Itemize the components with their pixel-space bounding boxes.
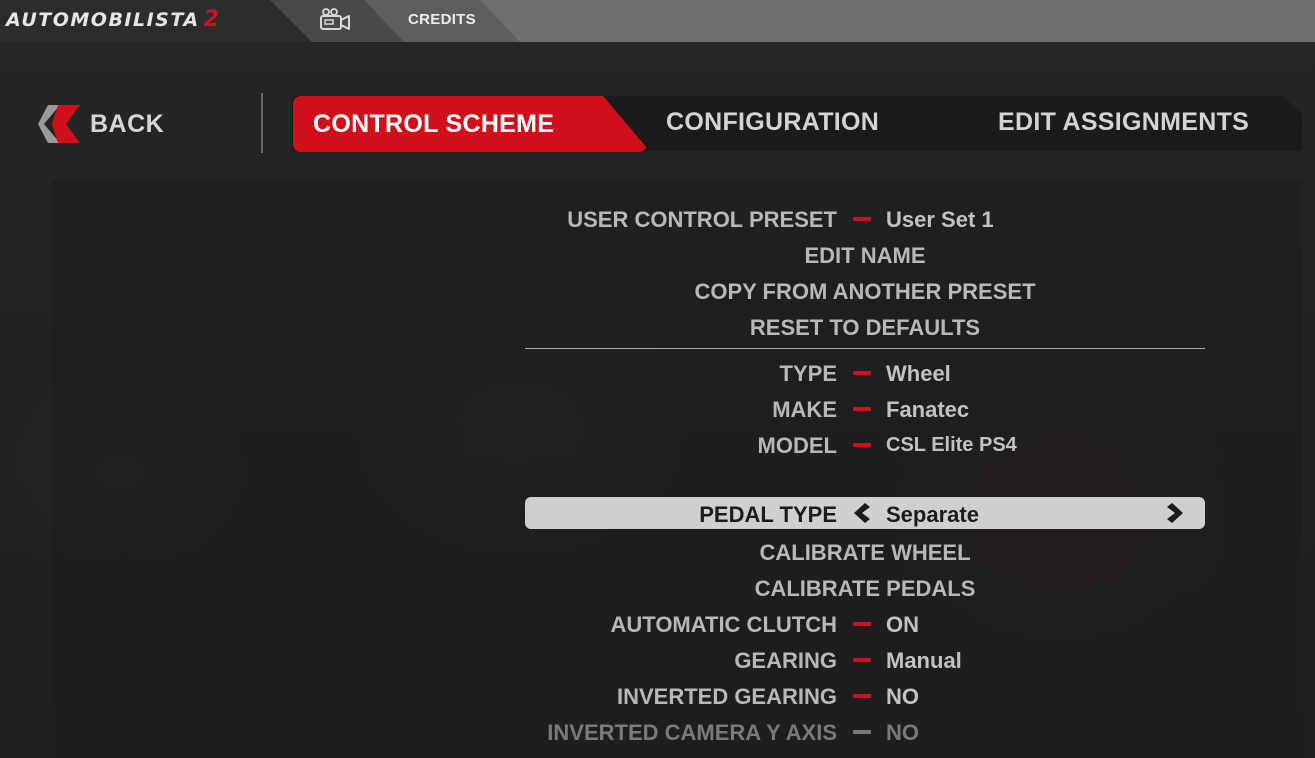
calibrate-wheel-button[interactable]: CALIBRATE WHEEL bbox=[525, 534, 1205, 568]
separator-dash bbox=[853, 658, 871, 662]
setting-label: PEDAL TYPE bbox=[699, 502, 837, 527]
setting-label: MAKE bbox=[772, 397, 837, 422]
app-logo: AUTOMOBILISTA 2 bbox=[6, 6, 220, 34]
action-label: EDIT NAME bbox=[804, 243, 926, 268]
logo-text: AUTOMOBILISTA bbox=[6, 9, 200, 31]
setting-value: Wheel bbox=[886, 361, 951, 386]
separator-dash bbox=[853, 443, 871, 447]
separator-dash bbox=[853, 730, 871, 734]
tab-edit-assignments[interactable]: EDIT ASSIGNMENTS bbox=[998, 108, 1249, 137]
section-divider bbox=[525, 348, 1205, 349]
edit-name-button[interactable]: EDIT NAME bbox=[525, 237, 1205, 271]
reset-defaults-button[interactable]: RESET TO DEFAULTS bbox=[525, 309, 1205, 343]
automatic-clutch-row[interactable]: AUTOMATIC CLUTCH ON bbox=[525, 606, 1205, 640]
setting-value: NO bbox=[886, 720, 919, 745]
tab-control-scheme[interactable]: CONTROL SCHEME bbox=[293, 96, 647, 152]
inverted-camera-y-axis-row[interactable]: INVERTED CAMERA Y AXIS NO bbox=[525, 714, 1205, 748]
top-bar-fill bbox=[476, 0, 1315, 42]
back-label: BACK bbox=[90, 109, 165, 138]
action-label: COPY FROM ANOTHER PRESET bbox=[694, 279, 1036, 304]
setting-value: Manual bbox=[886, 648, 962, 673]
setting-label: TYPE bbox=[779, 361, 837, 386]
user-control-preset-row[interactable]: USER CONTROL PRESET User Set 1 bbox=[525, 201, 1205, 235]
setting-label: MODEL bbox=[757, 433, 837, 458]
separator-dash bbox=[853, 622, 871, 626]
calibrate-pedals-button[interactable]: CALIBRATE PEDALS bbox=[525, 570, 1205, 604]
action-label: RESET TO DEFAULTS bbox=[749, 315, 981, 340]
separator-dash bbox=[853, 371, 871, 375]
action-label: CALIBRATE WHEEL bbox=[759, 540, 971, 565]
setting-value: Fanatec bbox=[886, 397, 970, 422]
back-button[interactable]: BACK bbox=[38, 104, 164, 144]
action-label: CALIBRATE PEDALS bbox=[754, 576, 976, 601]
top-bar: AUTOMOBILISTA 2 CREDITS bbox=[0, 0, 1315, 42]
setting-label: INVERTED CAMERA Y AXIS bbox=[547, 720, 837, 745]
setting-label: GEARING bbox=[734, 648, 837, 673]
copy-from-preset-button[interactable]: COPY FROM ANOTHER PRESET bbox=[525, 273, 1205, 307]
separator-dash bbox=[853, 694, 871, 698]
credits-label[interactable]: CREDITS bbox=[408, 11, 476, 28]
separator-dash bbox=[853, 217, 871, 221]
setting-value: NO bbox=[886, 684, 919, 709]
type-row[interactable]: TYPE Wheel bbox=[525, 355, 1205, 389]
video-camera-icon[interactable] bbox=[318, 7, 352, 33]
separator-dash bbox=[853, 407, 871, 411]
setting-label: INVERTED GEARING bbox=[616, 684, 837, 709]
setting-value: User Set 1 bbox=[886, 207, 994, 232]
setting-value: Separate bbox=[886, 502, 979, 527]
tab-configuration[interactable]: CONFIGURATION bbox=[666, 108, 879, 137]
setting-label: AUTOMATIC CLUTCH bbox=[610, 612, 838, 637]
gearing-row[interactable]: GEARING Manual bbox=[525, 642, 1205, 676]
model-row[interactable]: MODEL CSL Elite PS4 bbox=[525, 427, 1205, 461]
pedal-type-row[interactable]: PEDAL TYPE Separate bbox=[525, 497, 1205, 529]
setting-label: USER CONTROL PRESET bbox=[567, 207, 837, 232]
nav-divider bbox=[261, 93, 263, 153]
make-row[interactable]: MAKE Fanatec bbox=[525, 391, 1205, 425]
chevron-left-icon[interactable] bbox=[850, 501, 872, 525]
setting-value: CSL Elite PS4 bbox=[886, 434, 1017, 456]
chevron-left-icon bbox=[38, 105, 80, 143]
logo-number: 2 bbox=[203, 7, 221, 32]
setting-value: ON bbox=[886, 612, 919, 637]
inverted-gearing-row[interactable]: INVERTED GEARING NO bbox=[525, 678, 1205, 712]
chevron-right-icon[interactable] bbox=[1165, 501, 1187, 525]
